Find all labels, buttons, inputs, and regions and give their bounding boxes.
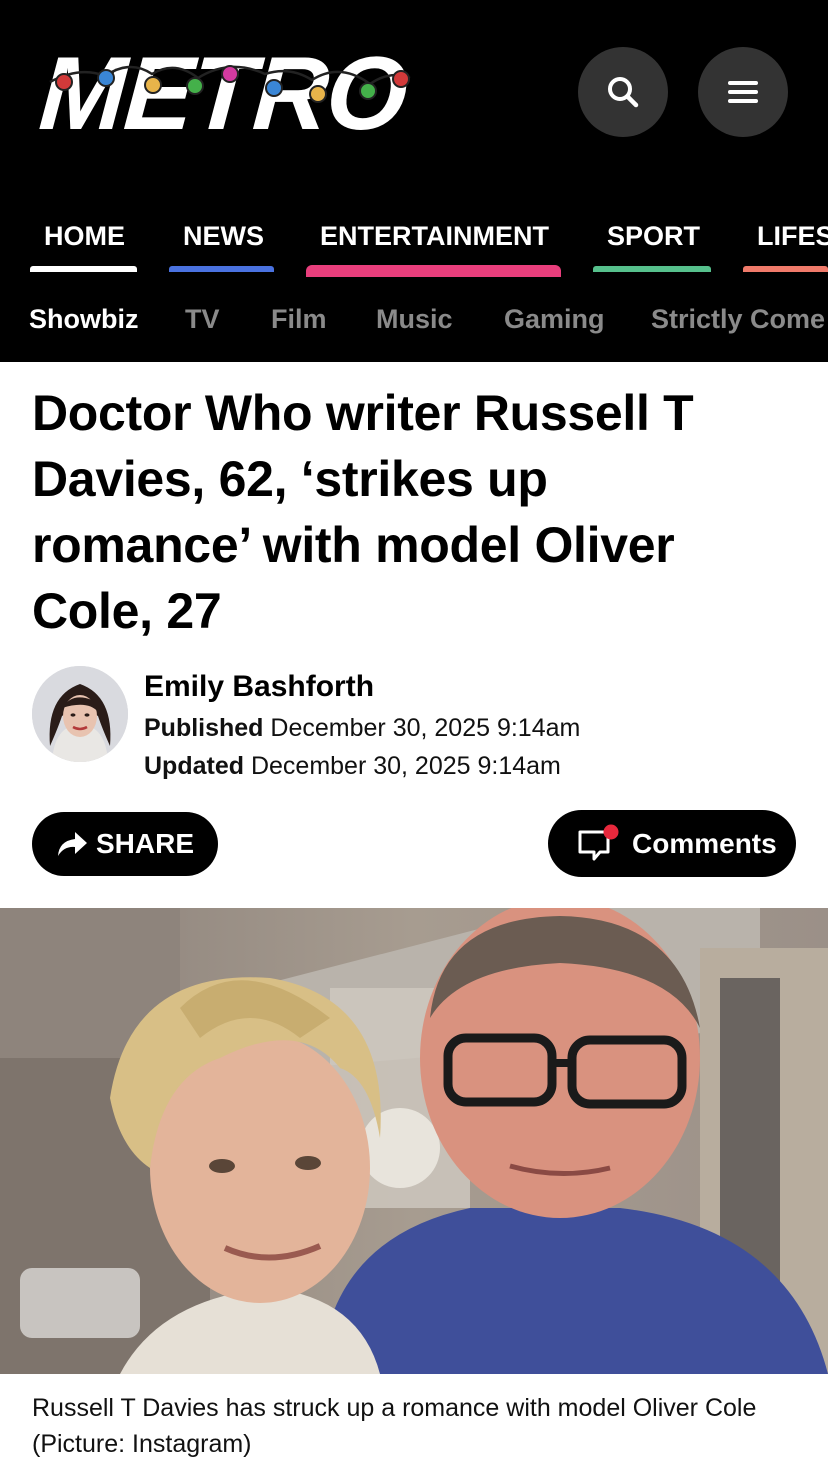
nav-item-entertainment[interactable]: ENTERTAINMENT (306, 205, 561, 277)
comments-button[interactable]: Comments (548, 810, 796, 877)
published-line: Published December 30, 2025 9:14am (144, 714, 580, 743)
nav-underline-active (306, 265, 561, 277)
article-main-image[interactable] (0, 908, 828, 1374)
search-button[interactable] (578, 47, 668, 137)
nav-underline (30, 266, 137, 272)
nav-item-news[interactable]: NEWS (169, 205, 274, 277)
hamburger-menu-icon (728, 81, 758, 103)
updated-line: Updated December 30, 2025 9:14am (144, 752, 561, 781)
nav-item-sport[interactable]: SPORT (593, 205, 711, 277)
search-icon (608, 77, 639, 108)
published-date: December 30, 2025 9:14am (270, 714, 581, 742)
comment-bubble-icon (578, 824, 619, 860)
menu-button[interactable] (698, 47, 788, 137)
updated-date: December 30, 2025 9:14am (250, 752, 561, 780)
nav-label: NEWS (183, 221, 264, 251)
published-label: Published (144, 714, 264, 742)
nav-label: ENTERTAINMENT (320, 221, 549, 251)
image-caption: Russell T Davies has struck up a romance… (32, 1390, 812, 1462)
avatar-portrait (32, 666, 128, 762)
main-nav: HOME NEWS ENTERTAINMENT SPORT LIFES (0, 205, 828, 277)
christmas-lights-decoration (49, 65, 411, 103)
subnav-item-music[interactable]: Music (376, 304, 453, 335)
article-headline: Doctor Who writer Russell T Davies, 62, … (32, 380, 792, 644)
subnav-item-strictly[interactable]: Strictly Come (651, 304, 825, 335)
author-avatar[interactable] (32, 666, 128, 762)
nav-label: HOME (44, 221, 125, 251)
nav-underline (743, 266, 828, 272)
share-button[interactable]: SHARE (32, 812, 218, 876)
nav-label: SPORT (607, 221, 701, 251)
metro-logo[interactable]: METRO (36, 36, 420, 152)
comments-label: Comments (632, 827, 777, 859)
author-name[interactable]: Emily Bashforth (144, 670, 374, 704)
headline-line: romance’ with model Oliver (32, 517, 675, 573)
share-arrow-icon (58, 832, 87, 856)
photo-illustration (0, 908, 828, 1374)
share-label: SHARE (96, 828, 195, 859)
headline-line: Doctor Who writer Russell T (32, 385, 694, 441)
site-header: METRO HOME NEWS ENTERTAINMENT SPORT LIFE… (0, 0, 828, 362)
nav-underline (593, 266, 711, 272)
subnav-item-film[interactable]: Film (271, 304, 327, 335)
nav-item-home[interactable]: HOME (30, 205, 137, 277)
caption-credit: (Picture: Instagram) (32, 1430, 252, 1458)
sub-nav: Showbiz TV Film Music Gaming Strictly Co… (0, 292, 828, 352)
subnav-item-tv[interactable]: TV (185, 304, 220, 335)
headline-line: Davies, 62, ‘strikes up (32, 451, 548, 507)
subnav-item-showbiz[interactable]: Showbiz (29, 304, 139, 335)
nav-label: LIFES (757, 221, 828, 251)
nav-underline (169, 266, 274, 272)
headline-line: Cole, 27 (32, 583, 222, 639)
subnav-item-gaming[interactable]: Gaming (504, 304, 605, 335)
nav-item-lifestyle[interactable]: LIFES (743, 205, 828, 277)
updated-label: Updated (144, 752, 244, 780)
caption-text: Russell T Davies has struck up a romance… (32, 1394, 757, 1422)
